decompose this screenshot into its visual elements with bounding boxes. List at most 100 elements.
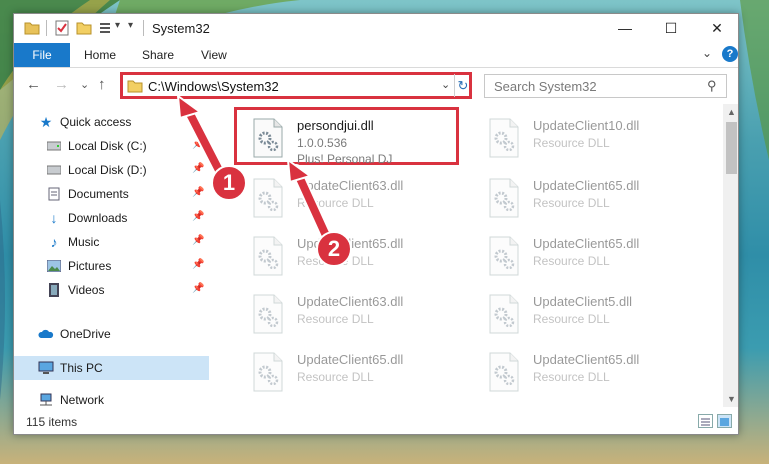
sidebar-item-label: Network — [60, 393, 105, 407]
file-item[interactable]: UpdateClient5.dll Resource DLL — [479, 288, 709, 336]
customize-icon[interactable] — [98, 20, 114, 36]
search-icon[interactable]: ⚲ — [707, 78, 717, 94]
file-item[interactable]: UpdateClient65.dll Resource DLL — [479, 230, 709, 278]
file-item[interactable]: UpdateClient63.dll Resource DLL — [243, 172, 473, 220]
file-name: UpdateClient65.dll — [533, 178, 640, 193]
folder-icon — [24, 22, 40, 35]
drive-icon — [46, 162, 62, 178]
file-version: Resource DLL — [297, 370, 374, 384]
close-button[interactable]: ✕ — [694, 14, 738, 42]
details-view-button[interactable] — [698, 414, 713, 428]
sidebar-item-music[interactable]: ♪ Music 📌 — [14, 230, 209, 254]
file-item[interactable]: persondjui.dll 1.0.0.536 Plus! Personal DJ — [243, 112, 473, 166]
file-version: Resource DLL — [533, 370, 610, 384]
tab-view[interactable]: View — [201, 48, 227, 62]
address-path[interactable]: C:\Windows\System32 — [148, 79, 279, 94]
sidebar-item-label: Pictures — [68, 259, 112, 273]
sidebar-item-label: OneDrive — [60, 327, 111, 341]
expand-ribbon-icon[interactable]: ⌄ — [702, 46, 712, 60]
dll-file-icon — [253, 236, 283, 276]
sidebar-item-label: Local Disk (C:) — [68, 139, 147, 153]
onedrive-icon — [38, 326, 54, 342]
file-item[interactable]: UpdateClient65.dll Resource DLL — [479, 346, 709, 394]
dll-file-icon — [489, 236, 519, 276]
help-icon[interactable]: ? — [722, 46, 738, 62]
folder-icon — [127, 80, 143, 93]
scroll-up-icon[interactable]: ▲ — [727, 107, 736, 117]
file-name: UpdateClient65.dll — [533, 352, 640, 367]
sidebar-item-local-disk-c[interactable]: Local Disk (C:) 📌 — [14, 134, 209, 158]
downloads-icon: ↓ — [50, 210, 58, 226]
tab-file[interactable]: File — [14, 43, 70, 67]
quick-access-dropdown-icon[interactable]: ▾ — [115, 20, 120, 36]
pictures-icon — [46, 258, 62, 274]
file-name: persondjui.dll — [297, 118, 374, 133]
minimize-button[interactable]: — — [602, 14, 648, 42]
tab-home[interactable]: Home — [84, 48, 116, 62]
file-name: UpdateClient65.dll — [533, 236, 640, 251]
properties-icon[interactable] — [54, 20, 70, 36]
separator — [143, 20, 144, 36]
maximize-button[interactable]: ☐ — [648, 14, 694, 42]
music-icon: ♪ — [50, 234, 58, 250]
search-box[interactable]: ⚲ — [484, 74, 727, 98]
scroll-down-icon[interactable]: ▼ — [727, 394, 736, 404]
sidebar-item-documents[interactable]: Documents 📌 — [14, 182, 209, 206]
pin-icon[interactable]: 📌 — [192, 235, 204, 246]
large-icons-view-button[interactable] — [717, 414, 732, 428]
dll-file-icon — [489, 294, 519, 334]
search-input[interactable] — [485, 75, 703, 97]
sidebar-item-network[interactable]: Network — [14, 388, 209, 412]
file-version: Resource DLL — [533, 312, 610, 326]
dll-file-icon — [253, 118, 283, 158]
file-version: Resource DLL — [533, 196, 610, 210]
file-name: UpdateClient63.dll — [297, 178, 404, 193]
sidebar-item-onedrive[interactable]: OneDrive — [14, 322, 209, 346]
sidebar-item-this-pc[interactable]: This PC — [14, 356, 209, 380]
pin-icon[interactable]: 📌 — [192, 139, 204, 150]
pin-icon[interactable]: 📌 — [192, 259, 204, 270]
recent-locations-button[interactable]: ⌄ — [80, 78, 89, 91]
sidebar-item-label: Videos — [68, 283, 105, 297]
refresh-button[interactable]: ↻ — [454, 74, 471, 97]
dll-file-icon — [253, 352, 283, 392]
file-description: Plus! Personal DJ — [297, 152, 393, 166]
file-item[interactable]: UpdateClient65.dll Resource DLL — [479, 172, 709, 220]
scrollbar-thumb[interactable] — [726, 122, 737, 174]
forward-button[interactable]: → — [54, 76, 69, 93]
network-icon — [38, 392, 54, 408]
file-item[interactable]: UpdateClient65.dllResource DLL — [243, 230, 473, 278]
file-version: Resource DLL — [297, 196, 374, 210]
back-button[interactable]: ← — [26, 76, 41, 93]
pin-icon[interactable]: 📌 — [192, 187, 204, 198]
tab-share[interactable]: Share — [142, 48, 174, 62]
address-bar[interactable]: C:\Windows\System32 ⌄ ↻ — [120, 72, 472, 99]
pin-icon[interactable]: 📌 — [192, 211, 204, 222]
vertical-scrollbar[interactable]: ▲ ▼ — [723, 104, 738, 407]
navigation-pane: ★ Quick access Local Disk (C:) 📌 Local D… — [14, 104, 209, 407]
sidebar-item-downloads[interactable]: ↓ Downloads 📌 — [14, 206, 209, 230]
pin-icon[interactable]: 📌 — [192, 283, 204, 294]
step-marker-2: 2 — [316, 231, 352, 267]
sidebar-item-videos[interactable]: Videos 📌 — [14, 278, 209, 302]
new-folder-icon[interactable] — [76, 20, 92, 36]
file-item[interactable]: UpdateClient63.dll Resource DLL — [243, 288, 473, 336]
file-version: Resource DLL — [533, 254, 610, 268]
up-button[interactable]: ↑ — [98, 76, 106, 93]
file-name: UpdateClient10.dll — [533, 118, 640, 133]
address-dropdown-icon[interactable]: ⌄ — [441, 78, 450, 91]
file-item[interactable]: UpdateClient10.dll Resource DLL — [479, 112, 709, 160]
pin-icon[interactable]: 📌 — [192, 163, 204, 174]
drive-icon — [46, 138, 62, 154]
sidebar-item-local-disk-d[interactable]: Local Disk (D:) 📌 — [14, 158, 209, 182]
sidebar-item-label: Quick access — [60, 115, 132, 129]
step-marker-1: 1 — [211, 165, 247, 201]
sidebar-item-quick-access[interactable]: ★ Quick access — [14, 110, 209, 134]
file-item[interactable]: UpdateClient65.dllResource DLL — [243, 346, 473, 394]
quick-access-more-icon[interactable]: ▾ — [128, 20, 133, 36]
sidebar-item-pictures[interactable]: Pictures 📌 — [14, 254, 209, 278]
dll-file-icon — [489, 178, 519, 218]
sidebar-item-label: Documents — [68, 187, 129, 201]
file-name: UpdateClient5.dll — [533, 294, 633, 309]
file-name: UpdateClient63.dll — [297, 294, 404, 309]
